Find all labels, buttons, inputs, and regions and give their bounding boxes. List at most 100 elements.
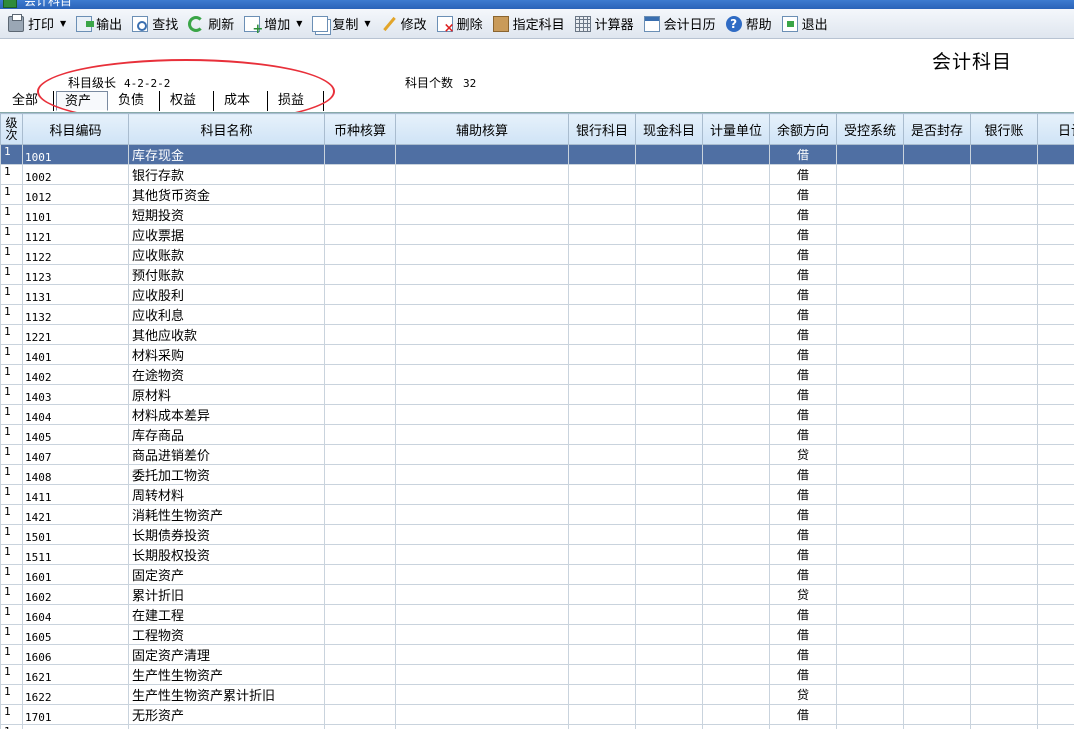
cell-sealed[interactable] (903, 644, 971, 665)
cell-bank-account[interactable] (568, 584, 636, 605)
cell-controlled-system[interactable] (836, 524, 904, 545)
cell-balance-direction[interactable]: 借 (769, 404, 837, 425)
table-row[interactable]: 1 1407 商品进销差价 贷 (0, 444, 1074, 465)
cell-balance-direction[interactable]: 借 (769, 424, 837, 445)
column-header[interactable]: 现金科目 (635, 113, 703, 145)
cell-level[interactable]: 1 (0, 184, 23, 205)
cell-currency[interactable] (324, 424, 396, 445)
cell-controlled-system[interactable] (836, 204, 904, 225)
cell-bank-account[interactable] (568, 444, 636, 465)
cell-auxiliary[interactable] (395, 444, 569, 465)
cell-controlled-system[interactable] (836, 624, 904, 645)
cell-code[interactable]: 1511 (22, 544, 129, 565)
cell-code[interactable]: 1501 (22, 524, 129, 545)
cell-unit[interactable] (702, 504, 770, 525)
cell-code[interactable]: 1132 (22, 304, 129, 325)
cell-currency[interactable] (324, 404, 396, 425)
cell-bank-ledger[interactable] (970, 424, 1038, 445)
cell-code[interactable]: 1622 (22, 684, 129, 705)
cell-currency[interactable] (324, 344, 396, 365)
cell-journal[interactable] (1037, 424, 1074, 445)
cell-code[interactable]: 1602 (22, 584, 129, 605)
cell-code[interactable]: 1404 (22, 404, 129, 425)
cell-unit[interactable] (702, 604, 770, 625)
refresh-button[interactable]: 刷新 (184, 12, 238, 36)
cell-level[interactable]: 1 (0, 444, 23, 465)
cell-bank-account[interactable] (568, 144, 636, 165)
cell-bank-ledger[interactable] (970, 484, 1038, 505)
cell-code[interactable]: 1123 (22, 264, 129, 285)
cell-name[interactable]: 长期债券投资 (128, 524, 325, 545)
cell-bank-ledger[interactable] (970, 164, 1038, 185)
cell-sealed[interactable] (903, 464, 971, 485)
cell-code[interactable]: 1101 (22, 204, 129, 225)
cell-currency[interactable] (324, 724, 396, 729)
cell-code[interactable]: 1001 (22, 144, 129, 165)
cell-balance-direction[interactable]: 借 (769, 284, 837, 305)
cell-controlled-system[interactable] (836, 644, 904, 665)
cell-bank-account[interactable] (568, 344, 636, 365)
cell-auxiliary[interactable] (395, 264, 569, 285)
cell-code[interactable]: 1605 (22, 624, 129, 645)
cell-sealed[interactable] (903, 144, 971, 165)
chevron-down-icon[interactable]: ▼ (296, 19, 302, 28)
cell-journal[interactable] (1037, 684, 1074, 705)
cell-unit[interactable] (702, 404, 770, 425)
cell-bank-account[interactable] (568, 704, 636, 725)
cell-bank-account[interactable] (568, 544, 636, 565)
cell-bank-ledger[interactable] (970, 584, 1038, 605)
cell-code[interactable]: 1621 (22, 664, 129, 685)
tab-assets[interactable]: 资产 (56, 91, 108, 111)
cell-bank-ledger[interactable] (970, 184, 1038, 205)
cell-level[interactable]: 1 (0, 404, 23, 425)
cell-code[interactable]: 1221 (22, 324, 129, 345)
cell-bank-account[interactable] (568, 264, 636, 285)
table-row[interactable]: 1 1621 生产性生物资产 借 (0, 664, 1074, 685)
cell-controlled-system[interactable] (836, 164, 904, 185)
cell-bank-account[interactable] (568, 384, 636, 405)
cell-currency[interactable] (324, 224, 396, 245)
table-row[interactable]: 1 1121 应收票据 借 (0, 224, 1074, 245)
cell-balance-direction[interactable]: 借 (769, 324, 837, 345)
cell-level[interactable]: 1 (0, 244, 23, 265)
cell-sealed[interactable] (903, 164, 971, 185)
cell-sealed[interactable] (903, 264, 971, 285)
cell-cash-account[interactable] (635, 504, 703, 525)
cell-balance-direction[interactable]: 借 (769, 524, 837, 545)
cell-sealed[interactable] (903, 184, 971, 205)
cell-journal[interactable] (1037, 184, 1074, 205)
cell-controlled-system[interactable] (836, 344, 904, 365)
cell-balance-direction[interactable]: 借 (769, 204, 837, 225)
cell-name[interactable]: 固定资产 (128, 564, 325, 585)
cell-currency[interactable] (324, 544, 396, 565)
cell-currency[interactable] (324, 164, 396, 185)
cell-auxiliary[interactable] (395, 724, 569, 729)
cell-journal[interactable] (1037, 364, 1074, 385)
cell-unit[interactable] (702, 204, 770, 225)
column-header[interactable]: 计量单位 (702, 113, 770, 145)
cell-sealed[interactable] (903, 704, 971, 725)
cell-currency[interactable] (324, 644, 396, 665)
cell-sealed[interactable] (903, 684, 971, 705)
cell-bank-ledger[interactable] (970, 444, 1038, 465)
cell-bank-ledger[interactable] (970, 204, 1038, 225)
column-header[interactable]: 级次 (0, 113, 23, 145)
cell-name[interactable]: 生产性生物资产 (128, 664, 325, 685)
cell-cash-account[interactable] (635, 164, 703, 185)
cell-journal[interactable] (1037, 504, 1074, 525)
cell-sealed[interactable] (903, 244, 971, 265)
column-header[interactable]: 日记 (1037, 113, 1074, 145)
cell-level[interactable]: 1 (0, 164, 23, 185)
cell-controlled-system[interactable] (836, 304, 904, 325)
cell-unit[interactable] (702, 664, 770, 685)
cell-controlled-system[interactable] (836, 324, 904, 345)
cell-bank-ledger[interactable] (970, 324, 1038, 345)
cell-name[interactable]: 其他应收款 (128, 324, 325, 345)
cell-sealed[interactable] (903, 324, 971, 345)
delete-button[interactable]: 删除 (433, 12, 487, 36)
cell-name[interactable]: 短期投资 (128, 204, 325, 225)
table-row[interactable]: 1 1501 长期债券投资 借 (0, 524, 1074, 545)
cell-journal[interactable] (1037, 264, 1074, 285)
cell-balance-direction[interactable]: 借 (769, 224, 837, 245)
print-button[interactable]: 打印 ▼ (4, 12, 70, 36)
